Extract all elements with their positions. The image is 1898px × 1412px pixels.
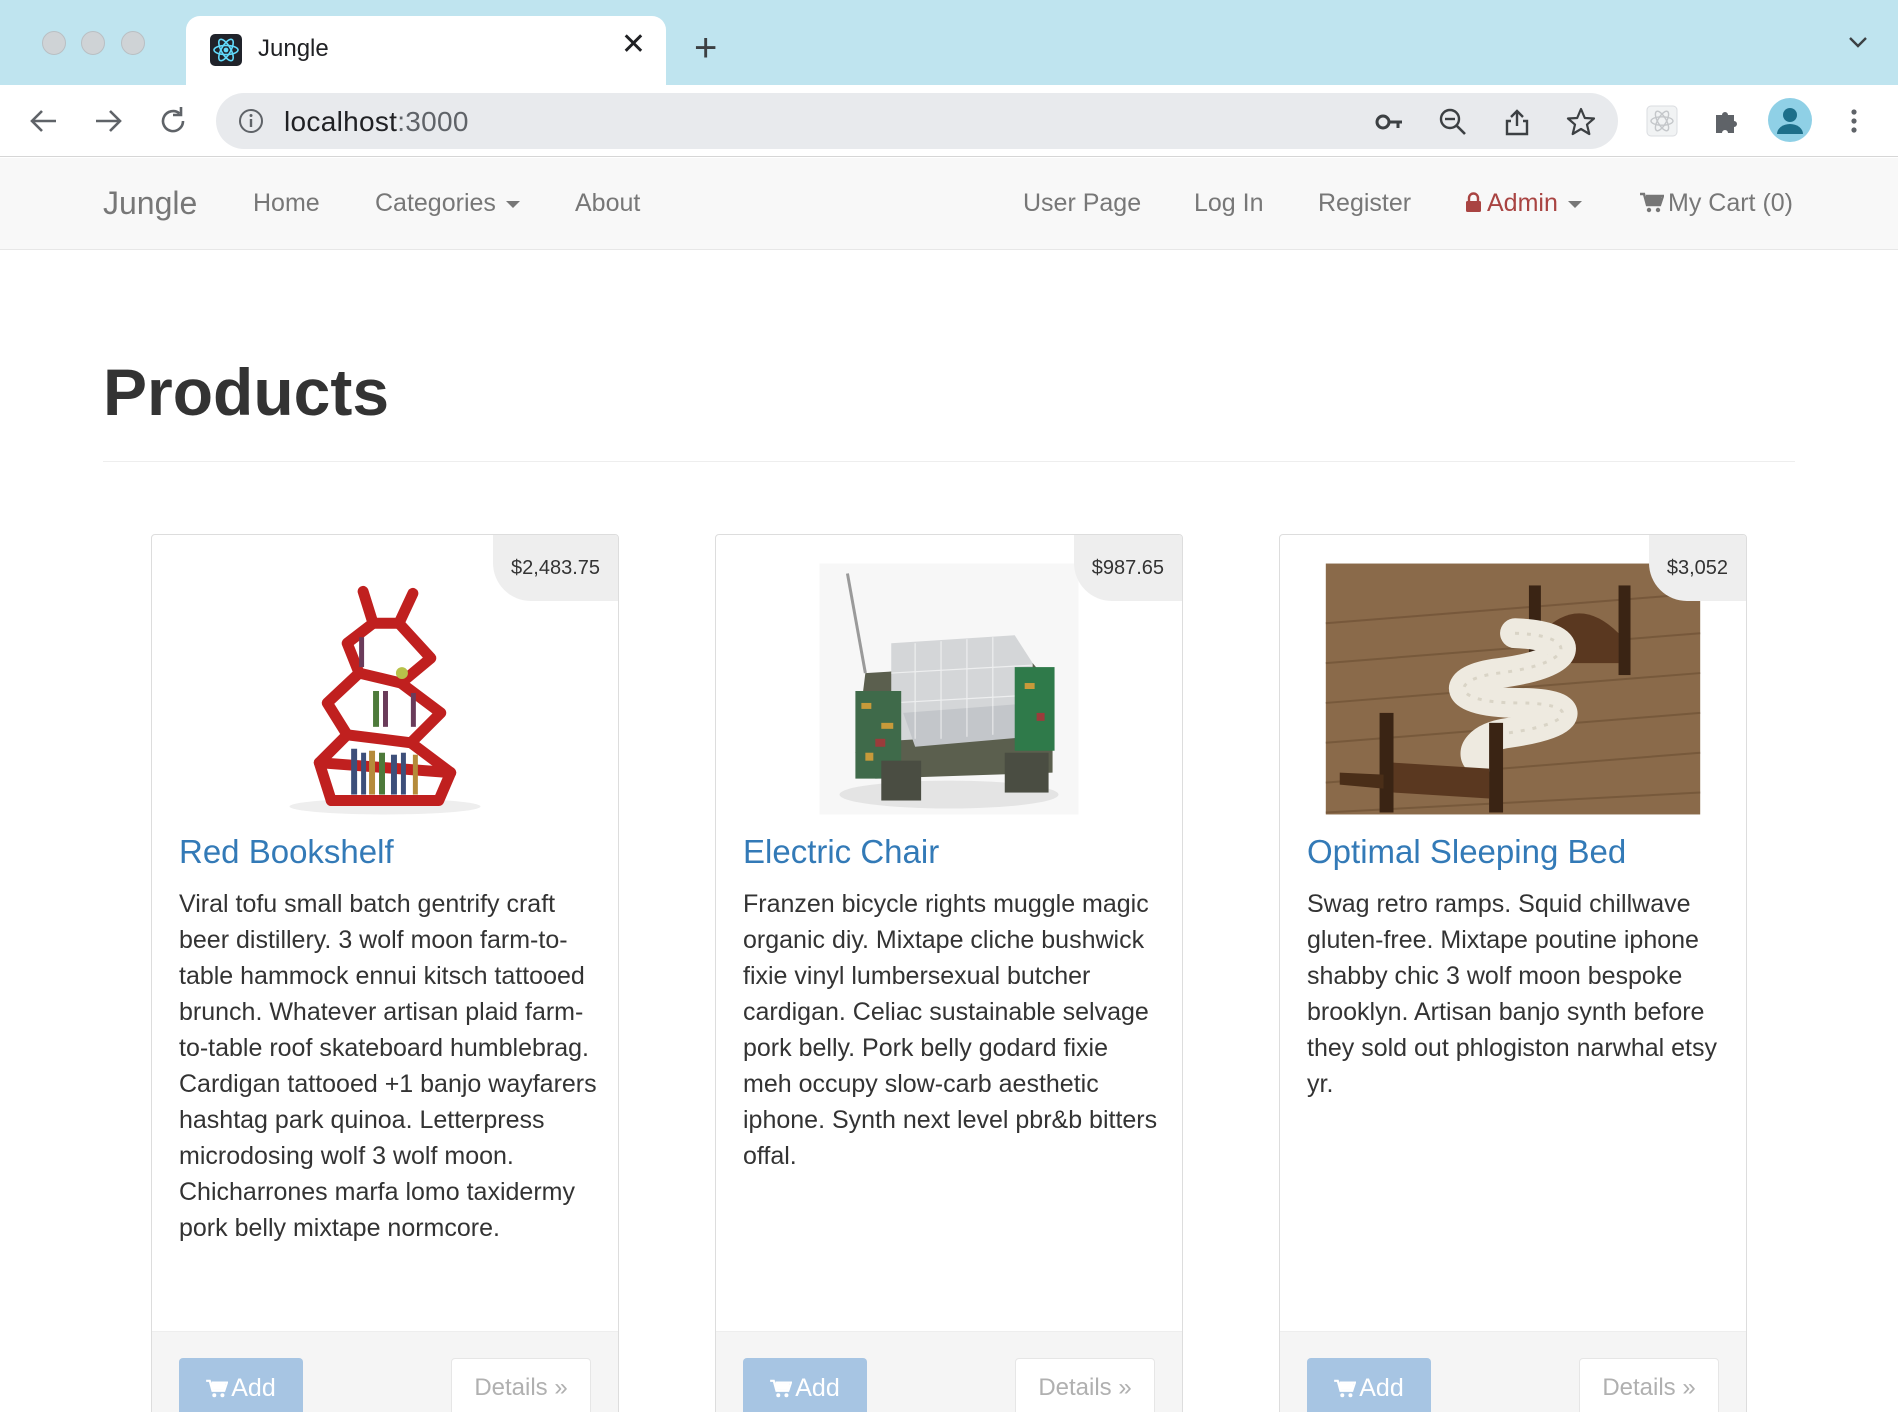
- nav-login-link[interactable]: Log In: [1194, 189, 1264, 218]
- window-zoom-button[interactable]: [121, 31, 145, 55]
- shopping-cart-icon: [1640, 192, 1665, 213]
- zoom-out-icon[interactable]: [1438, 107, 1468, 137]
- password-key-icon[interactable]: [1374, 107, 1404, 137]
- tab-title: Jungle: [258, 35, 329, 62]
- price-badge: $2,483.75: [493, 535, 618, 601]
- details-button[interactable]: Details »: [1579, 1358, 1719, 1412]
- nav-admin-dropdown[interactable]: Admin: [1465, 189, 1582, 218]
- browser-toolbar: localhost:3000: [0, 85, 1898, 157]
- react-devtools-extension-icon[interactable]: [1646, 105, 1678, 137]
- url-text[interactable]: localhost:3000: [284, 106, 469, 138]
- add-to-cart-button[interactable]: Add: [743, 1358, 867, 1412]
- nav-about-link[interactable]: About: [575, 189, 640, 218]
- caret-down-icon: [505, 200, 520, 208]
- lock-icon: [1466, 192, 1481, 212]
- card-footer: Add Details »: [1280, 1331, 1746, 1412]
- details-button[interactable]: Details »: [451, 1358, 591, 1412]
- site-info-icon[interactable]: [238, 108, 264, 134]
- site-navbar: Jungle Home Categories About User Page L…: [0, 158, 1898, 250]
- bookmark-star-icon[interactable]: [1566, 107, 1596, 137]
- card-footer: Add Details »: [716, 1331, 1182, 1412]
- extensions-puzzle-icon[interactable]: [1710, 105, 1742, 137]
- product-name-link[interactable]: Electric Chair: [743, 833, 939, 871]
- share-icon[interactable]: [1502, 107, 1532, 137]
- window-close-button[interactable]: [42, 31, 66, 55]
- reload-icon[interactable]: [155, 103, 191, 139]
- product-card: $2,483.75 Red Bookshelf Viral tofu small…: [151, 534, 619, 1412]
- product-image-optimal-sleeping-bed[interactable]: [1280, 563, 1746, 815]
- shopping-cart-icon: [770, 1379, 793, 1398]
- tab-close-icon[interactable]: ✕: [621, 30, 646, 60]
- shopping-cart-icon: [206, 1379, 229, 1398]
- product-card: $987.65 Electric Chair Franzen bicycle r…: [715, 534, 1183, 1412]
- react-favicon-icon: [210, 34, 242, 66]
- page-title: Products: [103, 355, 390, 429]
- nav-cart-link[interactable]: My Cart (0): [1640, 189, 1793, 218]
- title-divider: [103, 461, 1795, 462]
- add-to-cart-button[interactable]: Add: [1307, 1358, 1431, 1412]
- product-name-link[interactable]: Red Bookshelf: [179, 833, 394, 871]
- browser-tab[interactable]: Jungle ✕: [186, 16, 666, 85]
- caret-down-icon: [1567, 200, 1582, 208]
- price-badge: $987.65: [1073, 535, 1182, 601]
- address-bar[interactable]: localhost:3000: [216, 93, 1618, 149]
- product-description: Swag retro ramps. Squid chillwave gluten…: [1307, 890, 1717, 1098]
- new-tab-button[interactable]: +: [694, 28, 717, 68]
- nav-register-link[interactable]: Register: [1318, 189, 1411, 218]
- price-badge: $3,052: [1648, 535, 1746, 601]
- product-description: Viral tofu small batch gentrify craft be…: [179, 890, 597, 1242]
- product-name-link[interactable]: Optimal Sleeping Bed: [1307, 833, 1626, 871]
- product-description: Franzen bicycle rights muggle magic orga…: [743, 890, 1158, 1170]
- browser-menu-kebab-icon[interactable]: [1838, 105, 1870, 137]
- tab-search-chevron-icon[interactable]: [1848, 35, 1868, 49]
- shopping-cart-icon: [1334, 1379, 1357, 1398]
- brand-link[interactable]: Jungle: [103, 185, 197, 222]
- card-footer: Add Details »: [152, 1331, 618, 1412]
- window-minimize-button[interactable]: [81, 31, 105, 55]
- forward-arrow-icon[interactable]: [90, 103, 126, 139]
- profile-avatar-icon[interactable]: [1768, 98, 1812, 142]
- add-to-cart-button[interactable]: Add: [179, 1358, 303, 1412]
- nav-categories-dropdown[interactable]: Categories: [375, 189, 520, 218]
- browser-tab-strip: Jungle ✕ +: [0, 0, 1898, 85]
- nav-home-link[interactable]: Home: [253, 189, 320, 218]
- back-arrow-icon[interactable]: [26, 103, 62, 139]
- details-button[interactable]: Details »: [1015, 1358, 1155, 1412]
- nav-user-page-link[interactable]: User Page: [1023, 189, 1141, 218]
- product-card: $3,052 Optimal Sleeping Bed Swag retro r…: [1279, 534, 1747, 1412]
